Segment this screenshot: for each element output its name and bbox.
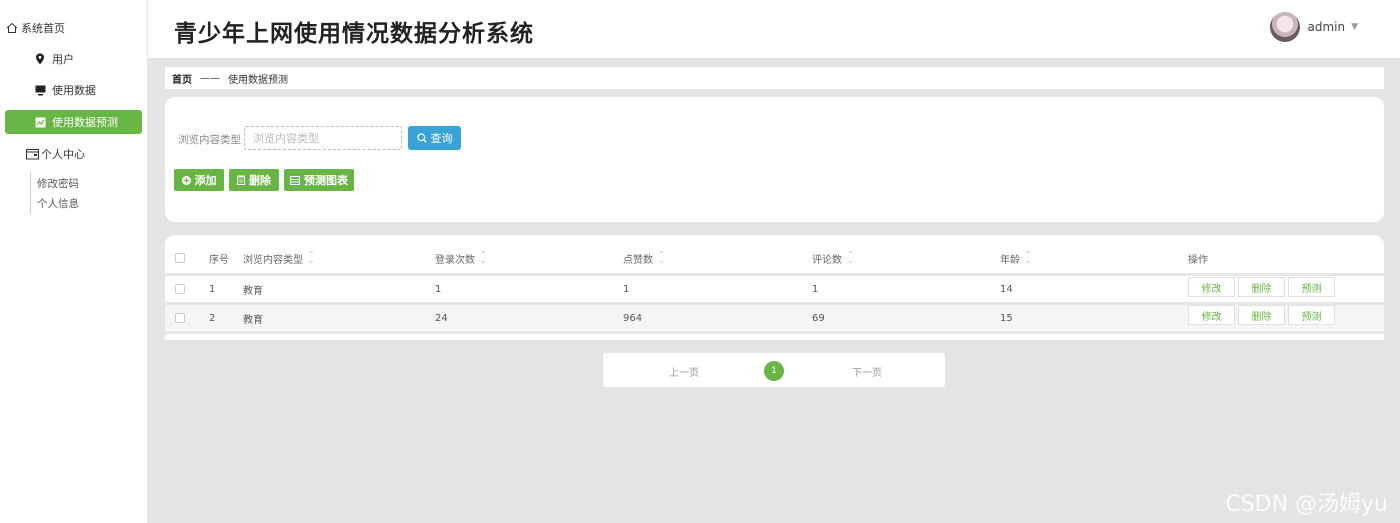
- monitor-icon: [33, 83, 47, 97]
- sort-icon[interactable]: ⌃ ⌄: [1025, 251, 1032, 265]
- caret-down-icon[interactable]: ▼: [1351, 22, 1358, 32]
- page-title: 青少年上网使用情况数据分析系统: [174, 21, 534, 47]
- trash-icon: [237, 175, 245, 185]
- sort-icon[interactable]: ⌃ ⌄: [308, 251, 315, 265]
- sidebar-item-label: 使用数据预测: [52, 116, 118, 129]
- column-header-label: 年龄: [1000, 254, 1020, 266]
- prev-page-button[interactable]: 上一页: [669, 364, 699, 379]
- plus-circle-icon: [181, 175, 191, 185]
- column-header-label: 点赞数: [623, 254, 653, 266]
- sidebar-item-usage-data[interactable]: 使用数据: [5, 78, 142, 102]
- location-pin-icon: [33, 52, 47, 66]
- sidebar-subitem-personal-info[interactable]: 个人信息: [30, 194, 79, 212]
- breadcrumb-separator: ——: [200, 72, 220, 84]
- sidebar-item-home[interactable]: 系统首页: [5, 16, 142, 40]
- user-name[interactable]: admin: [1307, 20, 1345, 34]
- breadcrumb-home[interactable]: 首页: [172, 71, 192, 86]
- sidebar-item-label: 个人中心: [41, 148, 85, 161]
- delete-button-label: 删除: [249, 174, 271, 187]
- cell-logins: 24: [435, 312, 448, 324]
- page-number-button[interactable]: 1: [764, 361, 784, 381]
- add-button[interactable]: 添加: [174, 169, 224, 191]
- search-input[interactable]: [244, 126, 402, 150]
- sidebar-item-usage-prediction[interactable]: 使用数据预测: [5, 110, 142, 134]
- cell-index: 1: [209, 283, 216, 295]
- table-icon: [290, 175, 300, 185]
- predict-button[interactable]: 预测: [1288, 277, 1335, 297]
- column-header-type[interactable]: 浏览内容类型 ⌃ ⌄: [243, 247, 315, 269]
- sidebar-subitem-change-password[interactable]: 修改密码: [30, 174, 79, 192]
- edit-button[interactable]: 修改: [1188, 305, 1235, 325]
- cell-age: 14: [1000, 283, 1013, 295]
- data-table: 序号 浏览内容类型 ⌃ ⌄ 登录次数 ⌃ ⌄ 点赞数 ⌃ ⌄ 评论数 ⌃ ⌄ 年龄 ⌃ ⌄…: [165, 235, 1384, 340]
- select-all-checkbox[interactable]: [175, 253, 185, 263]
- cell-comments: 1: [812, 283, 819, 295]
- search-panel: 浏览内容类型 查询 添加 删除 预测图表: [165, 97, 1384, 222]
- cell-age: 15: [1000, 312, 1013, 324]
- sidebar-item-label: 使用数据: [52, 84, 96, 97]
- edit-button[interactable]: 修改: [1188, 277, 1235, 297]
- row-checkbox[interactable]: [175, 284, 185, 294]
- add-button-label: 添加: [194, 174, 217, 187]
- sidebar-item-label: 用户: [52, 53, 74, 66]
- column-header-actions: 操作: [1188, 254, 1208, 266]
- breadcrumb: 首页 —— 使用数据预测: [165, 67, 1384, 89]
- cell-likes: 1: [623, 283, 630, 295]
- query-button[interactable]: 查询: [408, 126, 461, 150]
- user-menu[interactable]: admin ▼: [1270, 12, 1358, 42]
- sidebar-subitem-label: 个人信息: [37, 197, 79, 210]
- row-delete-button[interactable]: 删除: [1238, 305, 1285, 325]
- forecast-chart-button[interactable]: 预测图表: [284, 169, 354, 191]
- table-row: 1 教育 1 1 1 14 修改 删除 预测: [165, 276, 1384, 302]
- watermark: CSDN @汤姆yu: [1225, 492, 1388, 517]
- sort-icon[interactable]: ⌃ ⌄: [480, 251, 487, 265]
- search-label: 浏览内容类型: [178, 134, 241, 146]
- table-header-row: 序号 浏览内容类型 ⌃ ⌄ 登录次数 ⌃ ⌄ 点赞数 ⌃ ⌄ 评论数 ⌃ ⌄ 年龄 ⌃ ⌄…: [165, 247, 1384, 269]
- sidebar-subitem-label: 修改密码: [37, 177, 79, 190]
- column-header-likes[interactable]: 点赞数 ⌃ ⌄: [623, 247, 665, 269]
- cell-comments: 69: [812, 312, 825, 324]
- chart-icon: [33, 115, 47, 129]
- predict-button[interactable]: 预测: [1288, 305, 1335, 325]
- row-divider: [165, 331, 1384, 334]
- column-header-logins[interactable]: 登录次数 ⌃ ⌄: [435, 247, 487, 269]
- sort-icon[interactable]: ⌃ ⌄: [847, 251, 854, 265]
- search-icon: [416, 133, 427, 143]
- cell-type: 教育: [243, 314, 263, 326]
- column-header-label: 浏览内容类型: [243, 254, 303, 266]
- table-row: 2 教育 24 964 69 15 修改 删除 预测: [165, 305, 1384, 331]
- column-header-index: 序号: [209, 254, 229, 266]
- wallet-icon: [25, 147, 39, 161]
- column-header-label: 登录次数: [435, 254, 475, 266]
- home-icon: [5, 21, 19, 35]
- column-header-comments[interactable]: 评论数 ⌃ ⌄: [812, 247, 854, 269]
- cell-index: 2: [209, 312, 216, 324]
- query-button-label: 查询: [430, 133, 453, 145]
- sidebar-item-label: 系统首页: [21, 22, 65, 35]
- cell-logins: 1: [435, 283, 442, 295]
- sidebar-item-personal-center[interactable]: 个人中心: [25, 142, 162, 166]
- breadcrumb-current: 使用数据预测: [228, 74, 288, 86]
- column-header-age[interactable]: 年龄 ⌃ ⌄: [1000, 247, 1032, 269]
- pagination: 上一页 1 下一页: [603, 353, 945, 387]
- header: 青少年上网使用情况数据分析系统 admin ▼: [148, 0, 1400, 58]
- avatar[interactable]: [1270, 12, 1301, 42]
- cell-type: 教育: [243, 285, 263, 297]
- delete-button[interactable]: 删除: [229, 169, 279, 191]
- sort-icon[interactable]: ⌃ ⌄: [658, 251, 665, 265]
- cell-likes: 964: [623, 312, 643, 324]
- sidebar-item-users[interactable]: 用户: [5, 47, 142, 71]
- row-delete-button[interactable]: 删除: [1238, 277, 1285, 297]
- column-header-label: 评论数: [812, 254, 842, 266]
- row-checkbox[interactable]: [175, 313, 185, 323]
- next-page-button[interactable]: 下一页: [852, 364, 882, 379]
- forecast-chart-button-label: 预测图表: [304, 174, 348, 187]
- sidebar: 系统首页 用户 使用数据 使用数据预测 个人中心 修改密码 个人信息: [0, 0, 148, 523]
